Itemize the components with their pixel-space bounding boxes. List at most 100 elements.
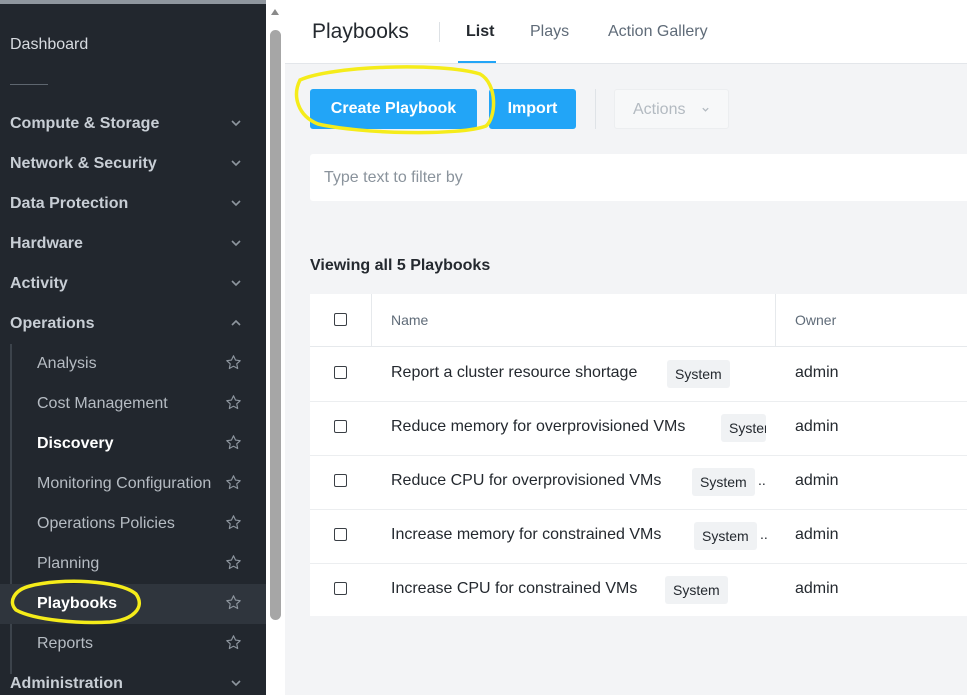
owner-cell: admin — [795, 472, 839, 489]
sidebar-section-label: Network & Security — [10, 155, 157, 172]
sidebar-item-monitoring-configuration[interactable]: Monitoring Configuration — [0, 464, 266, 504]
sidebar-section-label: Activity — [10, 275, 68, 292]
table-row[interactable]: Increase memory for constrained VMs Syst… — [310, 509, 967, 564]
row-checkbox[interactable] — [334, 474, 347, 487]
tab-list[interactable]: List — [466, 23, 494, 41]
table-header: Name Owner — [310, 294, 967, 347]
sidebar-section-activity[interactable]: Activity — [0, 264, 266, 304]
chevron-down-icon — [231, 240, 241, 247]
sidebar-section-label: Data Protection — [10, 195, 129, 212]
table-row[interactable]: Report a cluster resource shortage Syste… — [310, 347, 967, 402]
sidebar-item-analysis[interactable]: Analysis — [0, 344, 266, 384]
sidebar-item-discovery[interactable]: Discovery — [0, 424, 266, 464]
playbook-name[interactable]: Report a cluster resource shortage — [391, 364, 637, 382]
sidebar-item-cost-management[interactable]: Cost Management — [0, 384, 266, 424]
sidebar-section-compute-storage[interactable]: Compute & Storage — [0, 104, 266, 144]
system-badge: System — [694, 522, 757, 550]
tab-action-gallery[interactable]: Action Gallery — [608, 23, 708, 41]
row-checkbox[interactable] — [334, 420, 347, 433]
sidebar-top-bar — [0, 0, 266, 4]
import-button[interactable]: Import — [489, 89, 576, 129]
sidebar-section-administration[interactable]: Administration — [0, 664, 266, 695]
playbook-name[interactable]: Reduce memory for overprovisioned VMs — [391, 418, 685, 436]
system-badge: System — [665, 576, 728, 604]
sidebar-section-data-protection[interactable]: Data Protection — [0, 184, 266, 224]
sidebar-item-playbooks[interactable]: Playbooks — [0, 584, 266, 624]
column-header-owner[interactable]: Owner — [795, 312, 836, 328]
chevron-down-icon — [231, 160, 241, 167]
system-badge: System — [692, 468, 755, 496]
column-header-name[interactable]: Name — [391, 312, 428, 328]
playbooks-table: Name Owner Report a cluster resource sho… — [310, 294, 967, 616]
tab-plays[interactable]: Plays — [530, 23, 569, 41]
sidebar-item-reports[interactable]: Reports — [0, 624, 266, 664]
sidebar-item-label: Planning — [37, 555, 100, 572]
truncation-ellipsis: .. — [758, 472, 766, 488]
column-divider — [775, 294, 776, 346]
playbook-name[interactable]: Increase CPU for constrained VMs — [391, 580, 637, 598]
chevron-down-icon — [231, 680, 241, 687]
star-icon[interactable] — [225, 554, 242, 571]
truncation-ellipsis: .. — [760, 526, 768, 542]
sidebar-scrollbar-thumb[interactable] — [270, 30, 281, 620]
sidebar-item-label: Operations Policies — [37, 515, 175, 532]
create-playbook-button[interactable]: Create Playbook — [310, 89, 477, 129]
sidebar-item-planning[interactable]: Planning — [0, 544, 266, 584]
star-icon[interactable] — [225, 474, 242, 491]
column-divider — [371, 294, 372, 346]
chevron-down-icon — [231, 200, 241, 207]
sidebar-section-operations[interactable]: Operations — [0, 304, 266, 344]
owner-cell: admin — [795, 580, 839, 597]
toolbar-divider — [595, 89, 596, 129]
active-tab-indicator — [458, 61, 496, 63]
sidebar-item-label: Cost Management — [37, 395, 168, 412]
chevron-up-icon — [231, 319, 241, 326]
row-checkbox[interactable] — [334, 528, 347, 541]
playbook-name[interactable]: Increase memory for constrained VMs — [391, 526, 661, 544]
sidebar-divider — [10, 84, 48, 85]
sidebar-item-label: Playbooks — [37, 595, 118, 612]
results-summary: Viewing all 5 Playbooks — [310, 257, 491, 274]
sidebar-item-operations-policies[interactable]: Operations Policies — [0, 504, 266, 544]
sidebar-item-label: Monitoring Configuration — [37, 475, 212, 492]
star-icon[interactable] — [225, 354, 242, 371]
scroll-up-arrow-icon[interactable] — [271, 9, 279, 15]
table-row[interactable]: Reduce memory for overprovisioned VMs Sy… — [310, 401, 967, 456]
select-all-checkbox[interactable] — [334, 313, 347, 326]
system-badge: System — [667, 360, 730, 388]
row-checkbox[interactable] — [334, 582, 347, 595]
chevron-down-icon — [231, 120, 241, 127]
sidebar-item-label: Discovery — [37, 435, 114, 452]
star-icon[interactable] — [225, 594, 242, 611]
owner-cell: admin — [795, 526, 839, 543]
filter-input[interactable] — [310, 154, 967, 201]
actions-dropdown[interactable]: Actions — [614, 89, 729, 129]
playbook-name[interactable]: Reduce CPU for overprovisioned VMs — [391, 472, 661, 490]
sidebar-item-label: Reports — [37, 635, 94, 652]
star-icon[interactable] — [225, 394, 242, 411]
row-checkbox[interactable] — [334, 366, 347, 379]
page-header: Playbooks List Plays Action Gallery — [285, 0, 967, 64]
sidebar-section-label: Hardware — [10, 235, 83, 252]
sidebar-section-hardware[interactable]: Hardware — [0, 224, 266, 264]
table-row[interactable]: Reduce CPU for overprovisioned VMs Syste… — [310, 455, 967, 510]
sidebar-item-label: Analysis — [37, 355, 97, 372]
header-divider — [439, 22, 440, 42]
sidebar-section-label: Compute & Storage — [10, 115, 160, 132]
sidebar-section-label: Administration — [10, 675, 123, 692]
table-row[interactable]: Increase CPU for constrained VMs System … — [310, 563, 967, 617]
star-icon[interactable] — [225, 434, 242, 451]
chevron-down-icon — [702, 107, 709, 112]
page-title: Playbooks — [312, 20, 409, 43]
star-icon[interactable] — [225, 514, 242, 531]
star-icon[interactable] — [225, 634, 242, 651]
sidebar-item-dashboard[interactable]: Dashboard — [10, 36, 88, 54]
sidebar-section-network-security[interactable]: Network & Security — [0, 144, 266, 184]
sidebar-section-label: Operations — [10, 315, 95, 332]
owner-cell: admin — [795, 364, 839, 381]
system-badge: System — [721, 414, 766, 442]
sidebar-nav: Dashboard Compute & Storage Network & Se… — [0, 0, 266, 695]
actions-label: Actions — [633, 101, 686, 118]
chevron-down-icon — [231, 280, 241, 287]
owner-cell: admin — [795, 418, 839, 435]
